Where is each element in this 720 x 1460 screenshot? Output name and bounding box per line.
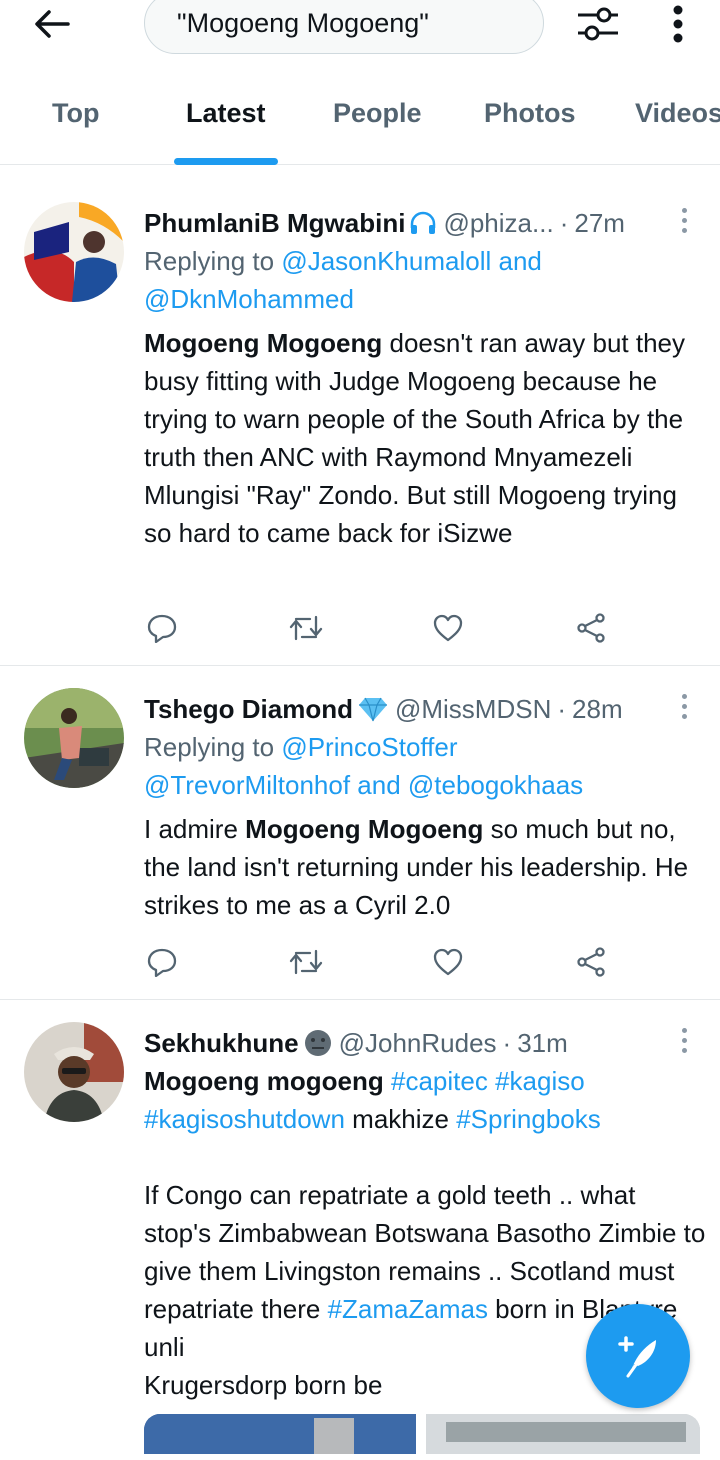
- retweet-icon: [289, 615, 323, 641]
- sliders-icon: [578, 7, 618, 41]
- display-name[interactable]: Tshego Diamond: [144, 694, 353, 725]
- overflow-menu-button[interactable]: [658, 0, 698, 48]
- media-image[interactable]: [144, 1414, 416, 1454]
- back-button[interactable]: [30, 2, 74, 46]
- hashtag-link[interactable]: #kagisoshutdown: [144, 1104, 345, 1134]
- back-arrow-icon: [35, 10, 70, 38]
- display-name[interactable]: PhumlaniB Mgwabini: [144, 208, 405, 239]
- tab-photos[interactable]: Photos: [484, 98, 576, 129]
- avatar-image: [24, 1022, 124, 1122]
- tweet-time[interactable]: 28m: [572, 694, 623, 725]
- reply-mention-link[interactable]: @TrevorMiltonhof and @tebogokhaas: [144, 770, 583, 800]
- tweet-actions: [144, 608, 624, 648]
- reply-button[interactable]: [142, 608, 182, 648]
- compose-feather-icon: [618, 1336, 656, 1378]
- user-handle[interactable]: @MissMDSN: [395, 694, 551, 725]
- hashtag-link[interactable]: #ZamaZamas: [328, 1294, 488, 1324]
- headphones-icon: [411, 211, 436, 234]
- replying-to: Replying to @JasonKhumaloll and @DknMoha…: [144, 246, 542, 314]
- search-filter-button[interactable]: [574, 0, 622, 48]
- display-name[interactable]: Sekhukhune: [144, 1028, 299, 1059]
- retweet-button[interactable]: [286, 608, 326, 648]
- heart-icon: [433, 614, 463, 642]
- avatar[interactable]: [24, 688, 124, 788]
- retweet-icon: [289, 949, 323, 975]
- tweet-actions: [144, 942, 624, 982]
- share-icon: [577, 947, 605, 977]
- hashtag-link[interactable]: #kagiso: [495, 1066, 585, 1096]
- hashtag-link[interactable]: #Springboks: [456, 1104, 601, 1134]
- retweet-button[interactable]: [286, 942, 326, 982]
- media-image[interactable]: [426, 1414, 700, 1454]
- gem-icon: [358, 697, 387, 722]
- reply-icon: [147, 948, 177, 977]
- tweet-header: Tshego Diamond @MissMDSN · 28m: [144, 693, 623, 725]
- tweet-text: I admire Mogoeng Mogoeng so much but no,…: [144, 814, 689, 920]
- search-input[interactable]: "Mogoeng Mogoeng": [144, 0, 544, 54]
- more-vertical-icon: [673, 5, 683, 43]
- tweet-time[interactable]: 31m: [517, 1028, 568, 1059]
- reply-mention-link[interactable]: @PrincoStoffer: [281, 732, 457, 762]
- search-query: "Mogoeng Mogoeng": [177, 7, 429, 38]
- tweet-body: PhumlaniB Mgwabini @phiza... · 27m Reply…: [144, 204, 706, 552]
- search-tabs: Top Latest People Photos Videos: [0, 88, 720, 165]
- replying-to: Replying to @PrincoStoffer @TrevorMilton…: [144, 732, 584, 800]
- like-button[interactable]: [428, 942, 468, 982]
- reply-mention-link[interactable]: @JasonKhumaloll and: [281, 246, 542, 276]
- reply-button[interactable]: [142, 942, 182, 982]
- tweet-time[interactable]: 27m: [574, 208, 625, 239]
- tweet[interactable]: PhumlaniB Mgwabini @phiza... · 27m Reply…: [0, 180, 720, 666]
- hashtag-link[interactable]: #capitec: [391, 1066, 488, 1096]
- reply-mention-link[interactable]: @DknMohammed: [144, 284, 354, 314]
- share-icon: [577, 613, 605, 643]
- top-bar: "Mogoeng Mogoeng": [0, 0, 720, 60]
- tweet-header: Sekhukhune @JohnRudes · 31m: [144, 1027, 568, 1059]
- tweet-media: [144, 1414, 700, 1454]
- user-handle[interactable]: @JohnRudes: [339, 1028, 497, 1059]
- heart-icon: [433, 948, 463, 976]
- user-handle[interactable]: @phiza...: [443, 208, 553, 239]
- tweet-text: Mogoeng Mogoeng doesn't ran away but the…: [144, 328, 685, 548]
- avatar[interactable]: [24, 1022, 124, 1122]
- tweet-header: PhumlaniB Mgwabini @phiza... · 27m: [144, 207, 625, 239]
- tweet[interactable]: Tshego Diamond @MissMDSN · 28m Replying …: [0, 666, 720, 1000]
- avatar[interactable]: [24, 202, 124, 302]
- reply-icon: [147, 614, 177, 643]
- avatar-image: [24, 202, 124, 302]
- tweet-body: Tshego Diamond @MissMDSN · 28m Replying …: [144, 690, 706, 924]
- tab-top[interactable]: Top: [52, 98, 99, 129]
- avatar-image: [24, 688, 124, 788]
- share-button[interactable]: [572, 608, 612, 648]
- compose-tweet-button[interactable]: [586, 1304, 690, 1408]
- neutral-face-icon: [304, 1030, 331, 1056]
- active-tab-indicator: [174, 158, 278, 165]
- tweet-feed: PhumlaniB Mgwabini @phiza... · 27m Reply…: [0, 180, 720, 1460]
- share-button[interactable]: [572, 942, 612, 982]
- like-button[interactable]: [428, 608, 468, 648]
- tab-latest[interactable]: Latest: [186, 98, 266, 129]
- tab-people[interactable]: People: [333, 98, 422, 129]
- tab-videos[interactable]: Videos: [635, 98, 720, 129]
